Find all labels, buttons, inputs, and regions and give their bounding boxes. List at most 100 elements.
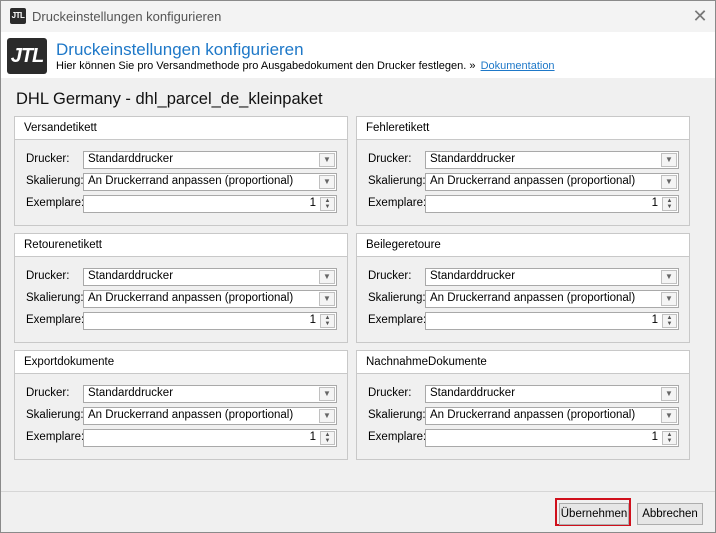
exemplare-spinner[interactable]: 1 ▲ ▼ (83, 195, 337, 213)
profile-title: DHL Germany - dhl_parcel_de_kleinpaket (16, 90, 323, 108)
skalierung-dropdown[interactable]: An Druckerrand anpassen (proportional) ▼ (83, 173, 337, 191)
exemplare-spinner[interactable]: 1 ▲ ▼ (83, 429, 337, 447)
chevron-down-icon[interactable]: ▼ (661, 153, 677, 167)
group-header: Fehleretikett (357, 117, 689, 140)
chevron-down-icon[interactable]: ▼ (319, 175, 335, 189)
header-title: Druckeinstellungen konfigurieren (56, 40, 304, 59)
spinner-arrows-icon[interactable]: ▲ ▼ (662, 431, 677, 445)
skalierung-value: An Druckerrand anpassen (proportional) (430, 175, 636, 187)
skalierung-dropdown[interactable]: An Druckerrand anpassen (proportional) ▼ (83, 407, 337, 425)
skalierung-label: Skalierung: (26, 409, 84, 421)
apply-button[interactable]: Übernehmen (559, 503, 629, 525)
group-title: Beilegeretoure (366, 239, 441, 251)
group-title: Versandetikett (24, 122, 97, 134)
exemplare-value: 1 (309, 314, 316, 326)
drucker-dropdown[interactable]: Standarddrucker ▼ (83, 385, 337, 403)
drucker-value: Standarddrucker (430, 387, 516, 399)
skalierung-value: An Druckerrand anpassen (proportional) (88, 409, 294, 421)
group-title: Fehleretikett (366, 122, 430, 134)
group-title: NachnahmeDokumente (366, 356, 487, 368)
group-header: Versandetikett (15, 117, 347, 140)
chevron-down-icon[interactable]: ▼ (319, 409, 335, 423)
spinner-arrows-icon[interactable]: ▲ ▼ (320, 314, 335, 328)
group-fehleretikett: Fehleretikett Drucker: Standarddrucker ▼… (356, 116, 690, 226)
chevron-down-icon[interactable]: ▼ (319, 270, 335, 284)
group-header: Exportdokumente (15, 351, 347, 374)
drucker-label: Drucker: (26, 153, 70, 165)
group-header: Retourenetikett (15, 234, 347, 257)
chevron-down-icon[interactable]: ▼ (319, 153, 335, 167)
group-title: Exportdokumente (24, 356, 115, 368)
skalierung-dropdown[interactable]: An Druckerrand anpassen (proportional) ▼ (83, 290, 337, 308)
skalierung-value: An Druckerrand anpassen (proportional) (88, 175, 294, 187)
drucker-dropdown[interactable]: Standarddrucker ▼ (83, 268, 337, 286)
chevron-down-icon[interactable]: ▼ (661, 270, 677, 284)
chevron-down-icon[interactable]: ▼ (661, 175, 677, 189)
exemplare-label: Exemplare: (26, 431, 85, 443)
jtl-logo: JTL (7, 38, 47, 74)
exemplare-spinner[interactable]: 1 ▲ ▼ (425, 312, 679, 330)
skalierung-label: Skalierung: (368, 292, 426, 304)
exemplare-value: 1 (651, 314, 658, 326)
skalierung-dropdown[interactable]: An Druckerrand anpassen (proportional) ▼ (425, 407, 679, 425)
close-icon[interactable]: ✕ (690, 7, 710, 27)
exemplare-value: 1 (309, 431, 316, 443)
skalierung-dropdown[interactable]: An Druckerrand anpassen (proportional) ▼ (425, 173, 679, 191)
dialog-window: JTL Druckeinstellungen konfigurieren ✕ J… (0, 0, 716, 533)
cancel-button[interactable]: Abbrechen (637, 503, 703, 525)
exemplare-label: Exemplare: (26, 314, 85, 326)
documentation-link[interactable]: Dokumentation (481, 60, 555, 72)
skalierung-label: Skalierung: (368, 409, 426, 421)
skalierung-value: An Druckerrand anpassen (proportional) (88, 292, 294, 304)
dialog-header: JTL Druckeinstellungen konfigurieren Hie… (1, 32, 715, 78)
header-subtitle: Hier können Sie pro Versandmethode pro A… (56, 60, 555, 72)
chevron-down-icon[interactable]: ▼ (661, 387, 677, 401)
chevron-down-icon[interactable]: ▼ (319, 292, 335, 306)
group-beilegeretoure: Beilegeretoure Drucker: Standarddrucker … (356, 233, 690, 343)
chevron-down-icon[interactable]: ▼ (661, 409, 677, 423)
exemplare-value: 1 (651, 431, 658, 443)
group-versandetikett: Versandetikett Drucker: Standarddrucker … (14, 116, 348, 226)
drucker-dropdown[interactable]: Standarddrucker ▼ (425, 385, 679, 403)
exemplare-label: Exemplare: (368, 314, 427, 326)
drucker-value: Standarddrucker (430, 153, 516, 165)
skalierung-value: An Druckerrand anpassen (proportional) (430, 409, 636, 421)
exemplare-value: 1 (309, 197, 316, 209)
spinner-arrows-icon[interactable]: ▲ ▼ (320, 431, 335, 445)
drucker-label: Drucker: (368, 387, 412, 399)
exemplare-spinner[interactable]: 1 ▲ ▼ (425, 429, 679, 447)
exemplare-label: Exemplare: (368, 431, 427, 443)
skalierung-label: Skalierung: (26, 175, 84, 187)
spinner-arrows-icon[interactable]: ▲ ▼ (662, 197, 677, 211)
drucker-value: Standarddrucker (430, 270, 516, 282)
chevron-down-icon[interactable]: ▼ (319, 387, 335, 401)
drucker-label: Drucker: (26, 387, 70, 399)
skalierung-value: An Druckerrand anpassen (proportional) (430, 292, 636, 304)
jtl-app-icon: JTL (10, 8, 26, 24)
drucker-label: Drucker: (26, 270, 70, 282)
group-header: NachnahmeDokumente (357, 351, 689, 374)
skalierung-label: Skalierung: (26, 292, 84, 304)
drucker-dropdown[interactable]: Standarddrucker ▼ (83, 151, 337, 169)
exemplare-label: Exemplare: (26, 197, 85, 209)
group-exportdokumente: Exportdokumente Drucker: Standarddrucker… (14, 350, 348, 460)
exemplare-label: Exemplare: (368, 197, 427, 209)
window-title: Druckeinstellungen konfigurieren (32, 9, 222, 24)
group-header: Beilegeretoure (357, 234, 689, 257)
exemplare-spinner[interactable]: 1 ▲ ▼ (425, 195, 679, 213)
header-subtitle-text: Hier können Sie pro Versandmethode pro A… (56, 60, 476, 72)
exemplare-spinner[interactable]: 1 ▲ ▼ (83, 312, 337, 330)
spinner-arrows-icon[interactable]: ▲ ▼ (320, 197, 335, 211)
group-title: Retourenetikett (24, 239, 102, 251)
drucker-label: Drucker: (368, 153, 412, 165)
drucker-value: Standarddrucker (88, 387, 174, 399)
drucker-dropdown[interactable]: Standarddrucker ▼ (425, 268, 679, 286)
drucker-value: Standarddrucker (88, 153, 174, 165)
drucker-dropdown[interactable]: Standarddrucker ▼ (425, 151, 679, 169)
skalierung-label: Skalierung: (368, 175, 426, 187)
exemplare-value: 1 (651, 197, 658, 209)
spinner-arrows-icon[interactable]: ▲ ▼ (662, 314, 677, 328)
chevron-down-icon[interactable]: ▼ (661, 292, 677, 306)
group-nachnahmedokumente: NachnahmeDokumente Drucker: Standarddruc… (356, 350, 690, 460)
skalierung-dropdown[interactable]: An Druckerrand anpassen (proportional) ▼ (425, 290, 679, 308)
